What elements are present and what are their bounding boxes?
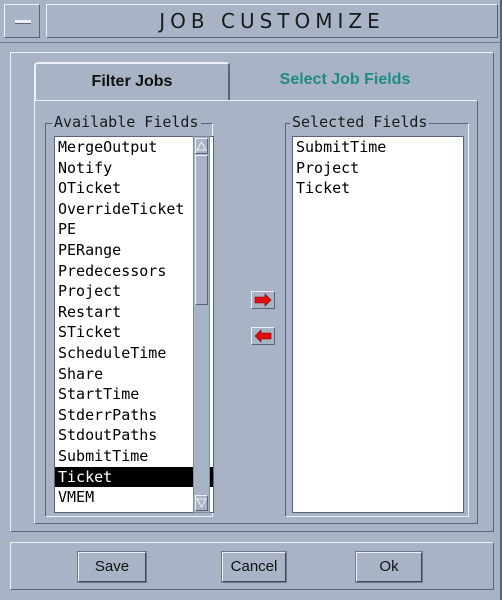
list-item[interactable]: Project (55, 281, 213, 302)
list-item[interactable]: StartTime (55, 384, 213, 405)
title-bar: JOB CUSTOMIZE (0, 0, 500, 43)
selected-fields-items: SubmitTime Project Ticket (293, 137, 463, 199)
job-customize-window: JOB CUSTOMIZE Filter Jobs Select Job Fie… (0, 0, 502, 600)
list-item[interactable]: SubmitTime (293, 137, 463, 158)
tab-content-select-job-fields: Available Fields MergeOutput Notify OTicke… (34, 100, 478, 524)
scroll-up-arrow-icon[interactable] (195, 138, 208, 154)
available-fields-items: MergeOutput Notify OTicket OverrideTicket PE… (55, 137, 213, 508)
list-item[interactable]: Ticket (55, 466, 213, 488)
save-button[interactable]: Save (77, 551, 147, 583)
window-menu-icon[interactable] (4, 4, 40, 38)
list-item[interactable]: ScheduleTime (55, 343, 213, 364)
window-menu-bar (15, 20, 31, 24)
scroll-thumb[interactable] (195, 155, 208, 305)
available-fields-group: Available Fields MergeOutput Notify OTicke… (45, 113, 214, 517)
selected-fields-label: Selected Fields (290, 113, 430, 131)
list-item[interactable]: StdoutPaths (55, 425, 213, 446)
arrow-left-icon (254, 329, 272, 343)
add-field-button[interactable] (251, 291, 275, 309)
available-fields-list[interactable]: MergeOutput Notify OTicket OverrideTicket PE… (54, 136, 214, 513)
tab-filter-jobs[interactable]: Filter Jobs (34, 62, 230, 100)
list-item[interactable]: PE (55, 219, 213, 240)
list-item[interactable]: Restart (55, 302, 213, 323)
available-fields-scrollbar[interactable] (193, 136, 210, 513)
list-item[interactable]: OTicket (55, 178, 213, 199)
list-item[interactable]: SubmitTime (55, 446, 213, 467)
tab-select-job-fields[interactable]: Select Job Fields (232, 62, 458, 100)
list-item[interactable]: Notify (55, 158, 213, 179)
scroll-down-arrow-icon[interactable] (195, 495, 208, 511)
arrow-right-icon (254, 293, 272, 307)
list-item[interactable]: PERange (55, 240, 213, 261)
selected-fields-group: Selected Fields SubmitTime Project Ticket (285, 113, 469, 517)
cancel-button[interactable]: Cancel (221, 551, 287, 583)
list-item[interactable]: STicket (55, 322, 213, 343)
list-item[interactable]: Share (55, 364, 213, 385)
remove-field-button[interactable] (251, 327, 275, 345)
window-title: JOB CUSTOMIZE (159, 9, 385, 33)
title-frame[interactable]: JOB CUSTOMIZE (46, 4, 498, 38)
available-fields-label: Available Fields (52, 113, 201, 131)
list-item[interactable]: OverrideTicket (55, 199, 213, 220)
list-item[interactable]: Project (293, 158, 463, 179)
list-item[interactable]: StderrPaths (55, 405, 213, 426)
list-item[interactable]: MergeOutput (55, 137, 213, 158)
list-item[interactable]: Ticket (293, 178, 463, 199)
ok-button[interactable]: Ok (355, 551, 423, 583)
list-item[interactable]: VMEM (55, 487, 213, 508)
selected-fields-list[interactable]: SubmitTime Project Ticket (292, 136, 464, 513)
list-item[interactable]: Predecessors (55, 261, 213, 282)
